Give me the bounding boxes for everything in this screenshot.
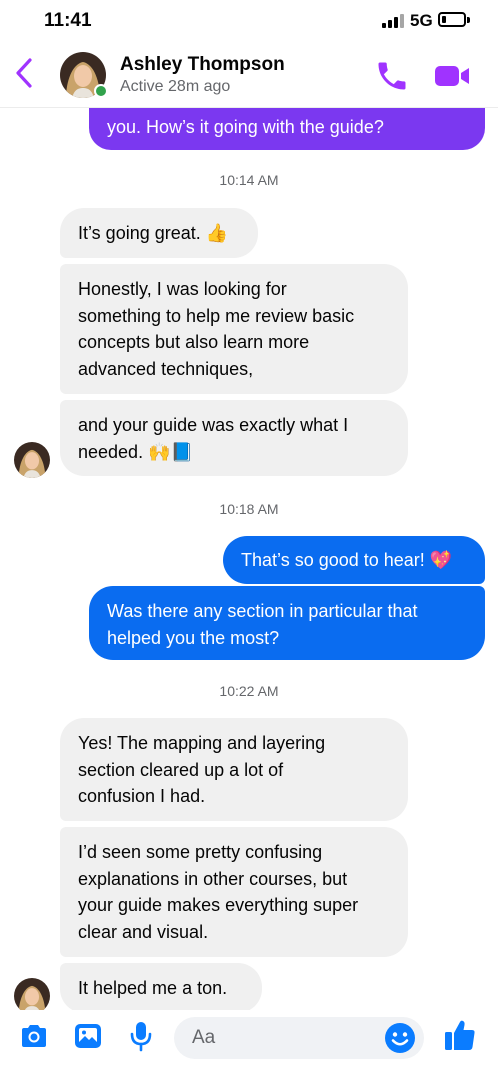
- video-call-button[interactable]: [432, 58, 472, 94]
- outgoing-message[interactable]: That’s so good to hear! 💖: [223, 536, 485, 584]
- timestamp: 10:18 AM: [219, 501, 279, 517]
- outgoing-message[interactable]: you. How’s it going with the guide?: [89, 108, 485, 150]
- emoji-button[interactable]: [384, 1022, 416, 1054]
- battery-icon: [438, 12, 466, 27]
- incoming-message[interactable]: It helped me a ton.: [60, 963, 262, 1010]
- camera-icon: [22, 1025, 46, 1047]
- gallery-button[interactable]: [72, 1020, 104, 1057]
- signal-icon: [382, 14, 404, 28]
- thumbs-up-icon: [445, 1020, 475, 1050]
- incoming-message[interactable]: Yes! The mapping and layering section cl…: [60, 718, 408, 821]
- back-button[interactable]: [10, 56, 40, 90]
- like-button[interactable]: [443, 1018, 477, 1057]
- online-status-dot: [94, 84, 108, 98]
- chat-header: Ashley Thompson Active 28m ago: [0, 44, 498, 108]
- sender-avatar[interactable]: [14, 442, 50, 478]
- message-input[interactable]: [192, 1017, 382, 1059]
- phone-icon: [378, 62, 406, 90]
- message-input-container[interactable]: [174, 1017, 424, 1059]
- status-time: 11:41: [44, 10, 92, 31]
- video-camera-icon: [435, 66, 469, 86]
- battery-nub: [467, 17, 470, 23]
- incoming-message[interactable]: It’s going great. 👍: [60, 208, 258, 258]
- camera-button[interactable]: [18, 1020, 50, 1057]
- smiley-icon: [385, 1023, 415, 1053]
- status-bar: 11:41 5G: [0, 0, 498, 44]
- sender-avatar[interactable]: [14, 978, 50, 1010]
- message-composer: [0, 1010, 498, 1080]
- contact-name[interactable]: Ashley Thompson: [120, 54, 285, 76]
- timestamp: 10:14 AM: [219, 172, 279, 188]
- incoming-message[interactable]: I’d seen some pretty confusing explanati…: [60, 827, 408, 957]
- chevron-left-icon: [16, 58, 32, 88]
- microphone-icon: [130, 1022, 152, 1052]
- incoming-message[interactable]: Honestly, I was looking for something to…: [60, 264, 408, 394]
- voice-button[interactable]: [126, 1020, 156, 1057]
- network-label: 5G: [410, 11, 433, 30]
- outgoing-message[interactable]: Was there any section in particular that…: [89, 586, 485, 660]
- contact-status: Active 28m ago: [120, 78, 231, 95]
- message-thread[interactable]: you. How’s it going with the guide? 10:1…: [0, 108, 498, 1010]
- audio-call-button[interactable]: [374, 58, 410, 94]
- timestamp: 10:22 AM: [219, 683, 279, 699]
- incoming-message[interactable]: and your guide was exactly what I needed…: [60, 400, 408, 476]
- image-icon: [75, 1024, 101, 1048]
